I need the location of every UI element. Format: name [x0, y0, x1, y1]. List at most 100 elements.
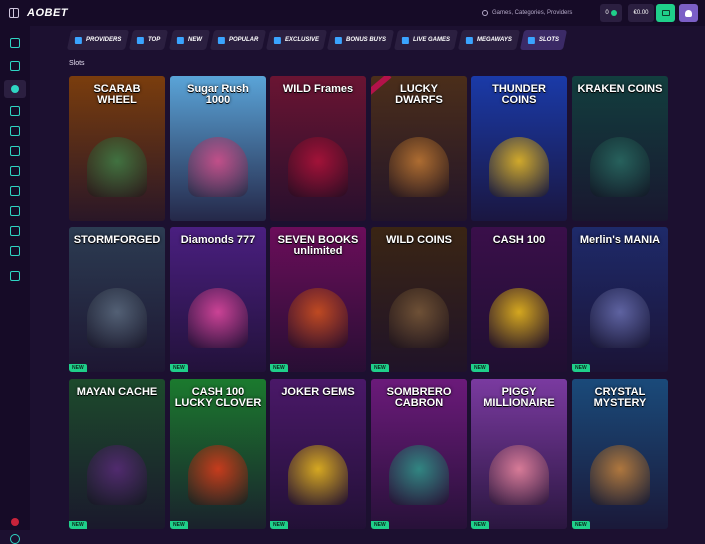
- new-badge: NEW: [471, 364, 489, 372]
- game-tile[interactable]: CASH 100 NEW: [471, 227, 567, 372]
- crown-icon: [273, 36, 281, 44]
- slots-icon[interactable]: [4, 80, 26, 98]
- new-badge: NEW: [270, 521, 288, 529]
- new-badge: NEW: [69, 521, 87, 529]
- logo[interactable]: AOBET: [27, 7, 68, 19]
- category-tab-megaways[interactable]: Megaways: [457, 30, 521, 50]
- new-badge: NEW: [170, 364, 188, 372]
- category-label: New: [187, 37, 202, 43]
- game-tile[interactable]: CRYSTAL MYSTERY NEW: [572, 379, 668, 529]
- game-tile[interactable]: KRAKEN COINS: [572, 76, 668, 221]
- game-tile[interactable]: Diamonds 777 NEW: [170, 227, 266, 372]
- game-title: Merlin's MANIA: [579, 234, 661, 246]
- game-title: KRAKEN COINS: [577, 83, 663, 95]
- category-tab-bonus-buys[interactable]: Bonus Buys: [326, 30, 395, 50]
- help-icon[interactable]: [10, 534, 20, 544]
- category-label: Top: [148, 37, 161, 43]
- game-title: CASH 100: [492, 234, 546, 246]
- top-bar: AOBET Games, Categories, Providers 0 €0.…: [0, 0, 705, 26]
- game-artwork: [489, 288, 549, 348]
- game-tile[interactable]: STORMFORGED NEW: [69, 227, 165, 372]
- support-icon[interactable]: [10, 271, 20, 281]
- game-tile[interactable]: JOKER GEMS NEW: [270, 379, 366, 529]
- game-title: CRYSTAL MYSTERY: [593, 386, 647, 409]
- game-artwork: [87, 288, 147, 348]
- game-title: LUCKY DWARFS: [395, 83, 443, 106]
- grid-icon: [75, 36, 82, 44]
- user-button[interactable]: [679, 4, 698, 22]
- new-badge: NEW: [170, 521, 188, 529]
- cards-icon[interactable]: [10, 126, 20, 136]
- game-title: THUNDER COINS: [492, 83, 546, 106]
- new-badge: NEW: [371, 521, 389, 529]
- game-title: MAYAN CACHE: [76, 386, 158, 398]
- bonus-value: 0: [605, 10, 609, 16]
- category-tab-slots[interactable]: Slots: [519, 30, 568, 50]
- game-tile[interactable]: WILD COINS NEW: [371, 227, 467, 372]
- game-artwork: [590, 137, 650, 197]
- game-artwork: [288, 288, 348, 348]
- wallet-button[interactable]: [656, 4, 675, 22]
- gift-icon[interactable]: [10, 246, 20, 256]
- home-icon[interactable]: [10, 61, 20, 71]
- language-flag-icon[interactable]: [11, 518, 19, 526]
- search-icon: [482, 10, 488, 16]
- category-label: Popular: [228, 37, 258, 43]
- category-tab-providers[interactable]: Providers: [66, 30, 130, 50]
- game-title: SEVEN BOOKS unlimited: [277, 234, 359, 257]
- game-title: CASH 100 LUCKY CLOVER: [174, 386, 262, 409]
- balance-button[interactable]: €0.00: [628, 4, 654, 22]
- game-tile[interactable]: PIGGY MILLIONAIRE NEW: [471, 379, 567, 529]
- game-artwork: [590, 288, 650, 348]
- category-tab-live-games[interactable]: Live Games: [393, 30, 459, 50]
- sidebar-toggle-icon[interactable]: [9, 8, 19, 18]
- game-artwork: [389, 288, 449, 348]
- game-title: SOMBRERO CABRON: [386, 386, 452, 409]
- game-tile[interactable]: THUNDER COINS: [471, 76, 567, 221]
- game-tile[interactable]: CASH 100 LUCKY CLOVER NEW: [170, 379, 266, 529]
- game-tile[interactable]: WILD Frames: [270, 76, 366, 221]
- game-title: WILD Frames: [282, 83, 354, 95]
- new-badge: NEW: [471, 521, 489, 529]
- category-label: Exclusive: [284, 37, 319, 43]
- game-tile[interactable]: SOMBRERO CABRON NEW: [371, 379, 467, 529]
- bonus-button[interactable]: 0: [600, 4, 622, 22]
- bonus-icon[interactable]: [10, 146, 20, 156]
- game-title: SCARAB WHEEL: [93, 83, 141, 106]
- category-tab-top[interactable]: Top: [129, 30, 169, 50]
- new-badge: NEW: [69, 364, 87, 372]
- category-tab-exclusive[interactable]: Exclusive: [265, 30, 328, 50]
- coin-icon: [610, 10, 617, 16]
- game-title: PIGGY MILLIONAIRE: [483, 386, 555, 409]
- trophy-icon[interactable]: [10, 206, 20, 216]
- live-icon[interactable]: [10, 166, 20, 176]
- game-tile[interactable]: LUCKY DWARFS: [371, 76, 467, 221]
- rocket-icon: [137, 36, 145, 44]
- section-title: Slots: [69, 60, 85, 67]
- casino-icon[interactable]: [10, 106, 20, 116]
- game-artwork: [188, 137, 248, 197]
- game-artwork: [590, 445, 650, 505]
- live-icon: [401, 36, 409, 44]
- category-label: Bonus Buys: [345, 37, 386, 43]
- compass-icon[interactable]: [10, 38, 20, 48]
- new-badge: NEW: [572, 364, 590, 372]
- category-tab-new[interactable]: New: [168, 30, 210, 50]
- game-artwork: [389, 137, 449, 197]
- game-title: STORMFORGED: [73, 234, 161, 246]
- category-tab-popular[interactable]: Popular: [209, 30, 267, 50]
- sport-icon[interactable]: [10, 226, 20, 236]
- game-tile[interactable]: MAYAN CACHE NEW: [69, 379, 165, 529]
- game-artwork: [489, 137, 549, 197]
- game-tile[interactable]: Sugar Rush 1000: [170, 76, 266, 221]
- chat-icon[interactable]: [10, 186, 20, 196]
- game-tile[interactable]: SEVEN BOOKS unlimited NEW: [270, 227, 366, 372]
- game-tile[interactable]: SCARAB WHEEL: [69, 76, 165, 221]
- search-input[interactable]: Games, Categories, Providers: [482, 6, 572, 20]
- slots-icon: [527, 36, 535, 44]
- game-artwork: [188, 288, 248, 348]
- game-title: WILD COINS: [386, 234, 452, 246]
- category-label: Megaways: [476, 37, 512, 43]
- game-tile[interactable]: Merlin's MANIA NEW: [572, 227, 668, 372]
- megaways-icon: [465, 36, 473, 44]
